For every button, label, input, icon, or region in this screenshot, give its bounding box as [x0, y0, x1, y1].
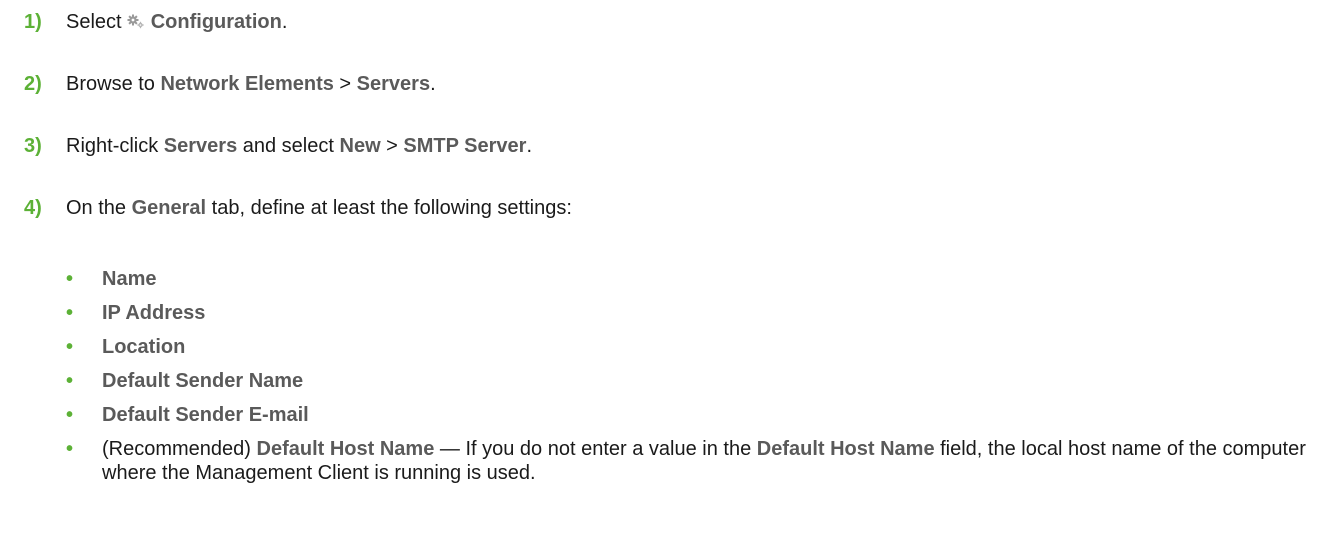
- ui-term-servers: Servers: [163, 135, 238, 157]
- step-text-part: Select: [66, 11, 128, 33]
- step-text: Right-click Servers and select New > SMT…: [66, 134, 532, 158]
- list-item: • Location: [66, 335, 1312, 359]
- step-number: 3): [24, 135, 42, 157]
- setting-name: Location: [102, 336, 186, 358]
- step-text-part: Right-click: [66, 135, 164, 157]
- recommended-text: — If you do not enter a value in the: [434, 438, 757, 460]
- step-text: Select Configuration.: [66, 10, 287, 34]
- list-item: • Default Sender E-mail: [66, 403, 1312, 427]
- setting-name: Default Sender E-mail: [102, 404, 309, 426]
- step-text-part: .: [281, 11, 288, 33]
- step-text-part: Browse to: [66, 73, 161, 95]
- bullet-icon: •: [66, 302, 74, 324]
- list-item-recommended: • (Recommended) Default Host Name — If yo…: [66, 437, 1312, 485]
- step-number: 1): [24, 11, 42, 33]
- ui-term-configuration: Configuration: [150, 11, 282, 33]
- gear-icon: [127, 11, 145, 29]
- step-text-part: On the: [66, 197, 132, 219]
- step-text: On the General tab, define at least the …: [66, 196, 572, 220]
- ui-term-servers: Servers: [356, 73, 431, 95]
- step-text-part: tab, define at least the following setti…: [206, 197, 572, 219]
- ui-term-new: New: [339, 135, 381, 157]
- setting-name: Default Sender Name: [102, 370, 304, 392]
- setting-name: IP Address: [102, 302, 206, 324]
- setting-name: Default Host Name: [756, 438, 935, 460]
- step-number: 2): [24, 73, 42, 95]
- setting-name: Default Host Name: [256, 438, 435, 460]
- list-item: • Default Sender Name: [66, 369, 1312, 393]
- step-text-part: .: [526, 135, 533, 157]
- step-number: 4): [24, 197, 42, 219]
- bullet-icon: •: [66, 438, 74, 460]
- recommended-prefix: (Recommended): [102, 438, 257, 460]
- ui-term-general: General: [131, 197, 207, 219]
- settings-list: • Name • IP Address • Location • Default Sen…: [66, 267, 1312, 495]
- bullet-icon: •: [66, 370, 74, 392]
- step-text-part: >: [333, 73, 357, 95]
- bullet-icon: •: [66, 268, 74, 290]
- step-text-part: and select: [237, 135, 340, 157]
- ui-term-network-elements: Network Elements: [160, 73, 334, 95]
- step-text-part: .: [430, 73, 436, 95]
- bullet-icon: •: [66, 336, 74, 358]
- list-item: • IP Address: [66, 301, 1312, 325]
- ui-term-smtp-server: SMTP Server: [403, 135, 527, 157]
- step-text-part: >: [380, 135, 404, 157]
- setting-name: Name: [102, 268, 157, 290]
- step-text: Browse to Network Elements > Servers.: [66, 72, 436, 96]
- list-item: • Name: [66, 267, 1312, 291]
- bullet-icon: •: [66, 404, 74, 426]
